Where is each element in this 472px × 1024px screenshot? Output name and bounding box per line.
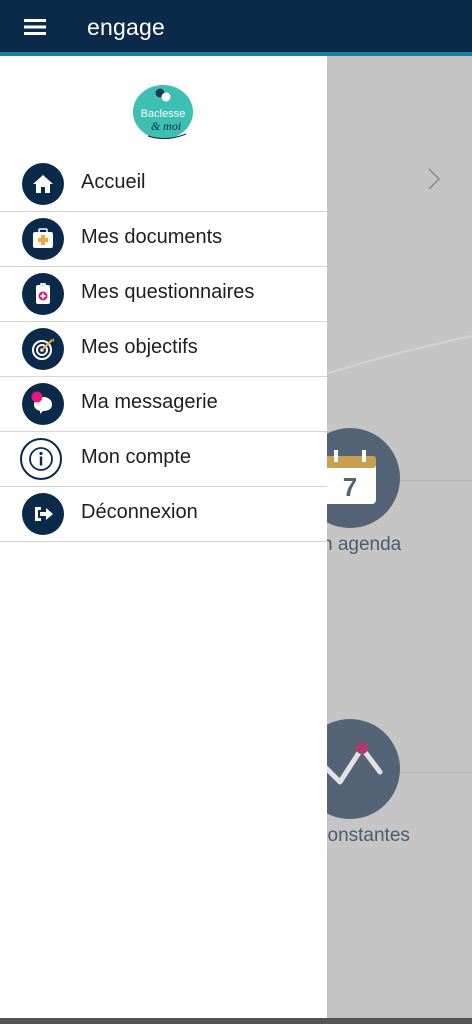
menu-item-label: Mon compte xyxy=(81,446,192,468)
divider xyxy=(400,772,472,773)
menu-item-mes-documents[interactable]: Mes documents xyxy=(0,212,327,267)
chat-bubble-icon xyxy=(22,383,64,425)
chevron-right-icon xyxy=(428,168,441,190)
background-curve xyxy=(320,335,472,376)
drawer-menu: Accueil Mes documents Mes questionnaires… xyxy=(0,157,327,542)
menu-item-deconnexion[interactable]: Déconnexion xyxy=(0,487,327,542)
menu-item-label: Mes questionnaires xyxy=(81,281,255,303)
menu-item-label: Accueil xyxy=(81,171,146,193)
medical-kit-icon xyxy=(22,218,64,260)
target-icon xyxy=(22,328,64,370)
menu-item-ma-messagerie[interactable]: Ma messagerie xyxy=(0,377,327,432)
system-nav-bar xyxy=(0,1018,472,1024)
chart-line-icon xyxy=(321,742,383,785)
app-bar: engage xyxy=(0,0,472,52)
menu-item-mes-questionnaires[interactable]: Mes questionnaires xyxy=(0,267,327,322)
svg-text:7: 7 xyxy=(343,472,357,502)
logout-icon xyxy=(22,493,64,535)
baclesse-logo: Baclesse & moi xyxy=(133,85,193,140)
svg-text:& moi: & moi xyxy=(151,119,181,133)
menu-item-accueil[interactable]: Accueil xyxy=(0,157,327,212)
home-icon xyxy=(22,163,64,205)
menu-item-label: Mes documents xyxy=(81,226,223,248)
hamburger-menu-icon[interactable] xyxy=(20,14,50,40)
menu-item-mon-compte[interactable]: Mon compte xyxy=(0,432,327,487)
agenda-label: n agenda xyxy=(322,534,402,555)
divider xyxy=(400,480,472,481)
constantes-label: constantes xyxy=(318,825,410,846)
app-title: engage xyxy=(87,14,165,40)
info-icon xyxy=(20,438,62,480)
menu-item-mes-objectifs[interactable]: Mes objectifs xyxy=(0,322,327,377)
menu-item-label: Ma messagerie xyxy=(81,391,218,413)
menu-item-label: Mes objectifs xyxy=(81,336,198,358)
menu-item-label: Déconnexion xyxy=(81,501,198,523)
clipboard-icon xyxy=(22,273,64,315)
navigation-drawer: Baclesse & moi Accueil Mes documents Mes… xyxy=(0,56,327,1024)
calendar-icon: 7 xyxy=(324,450,376,504)
